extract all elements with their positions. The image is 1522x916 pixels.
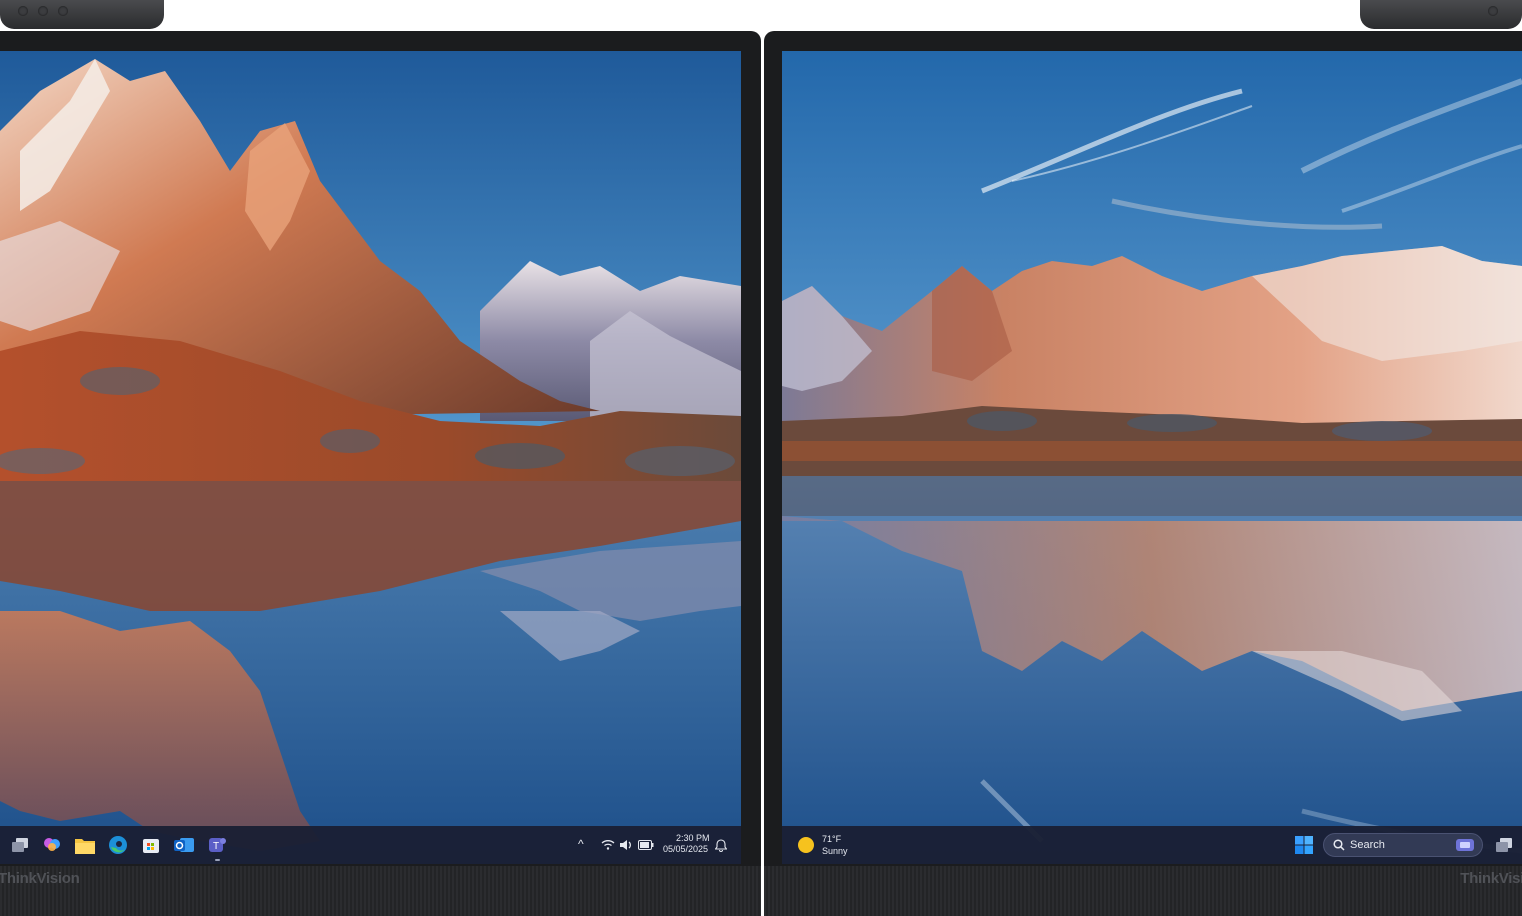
battery-icon[interactable] <box>636 835 656 855</box>
search-icon <box>1333 839 1345 851</box>
right-monitor: 71°F Sunny Search ThinkVisi <box>764 31 1522 916</box>
outlook-icon[interactable] <box>174 835 194 855</box>
right-desktop-wallpaper <box>782 51 1522 864</box>
left-monitor-chin: ThinkVision <box>0 866 761 916</box>
left-taskbar: T ^ 2:30 PM 05/05/2025 <box>0 826 741 864</box>
right-taskbar: 71°F Sunny Search <box>782 826 1522 864</box>
webcam-right <box>1360 0 1522 29</box>
weather-sun-icon[interactable] <box>796 835 816 855</box>
weather-temperature[interactable]: 71°F <box>822 834 841 844</box>
right-task-view-icon[interactable] <box>1494 835 1514 855</box>
left-monitor: T ^ 2:30 PM 05/05/2025 ThinkVision <box>0 31 761 916</box>
right-monitor-brand-logo: ThinkVisi <box>1460 870 1522 887</box>
volume-icon[interactable] <box>616 835 636 855</box>
left-monitor-brand-logo: ThinkVision <box>0 870 80 887</box>
task-view-icon[interactable] <box>10 835 30 855</box>
right-monitor-chin: ThinkVisi <box>764 866 1522 916</box>
right-screen: 71°F Sunny Search <box>782 51 1522 864</box>
file-explorer-icon[interactable] <box>75 835 95 855</box>
teams-icon[interactable]: T <box>207 835 227 855</box>
left-screen: T ^ 2:30 PM 05/05/2025 <box>0 51 741 864</box>
taskbar-search-box[interactable]: Search <box>1323 833 1483 857</box>
notification-bell-icon[interactable] <box>711 835 731 855</box>
webcam-left <box>0 0 164 29</box>
svg-text:T: T <box>213 841 219 852</box>
weather-condition[interactable]: Sunny <box>822 846 848 856</box>
windows-start-icon[interactable] <box>1294 835 1314 855</box>
active-app-indicator <box>215 859 220 861</box>
wifi-icon[interactable] <box>598 835 618 855</box>
left-desktop-wallpaper <box>0 51 741 864</box>
clock-time[interactable]: 2:30 PM <box>676 833 710 843</box>
widgets-icon[interactable] <box>42 835 62 855</box>
search-highlight-icon <box>1456 839 1474 851</box>
edge-browser-icon[interactable] <box>108 835 128 855</box>
clock-date[interactable]: 05/05/2025 <box>663 844 708 854</box>
microsoft-store-icon[interactable] <box>141 835 161 855</box>
search-label: Search <box>1350 839 1385 851</box>
tray-overflow-chevron[interactable]: ^ <box>578 838 584 850</box>
